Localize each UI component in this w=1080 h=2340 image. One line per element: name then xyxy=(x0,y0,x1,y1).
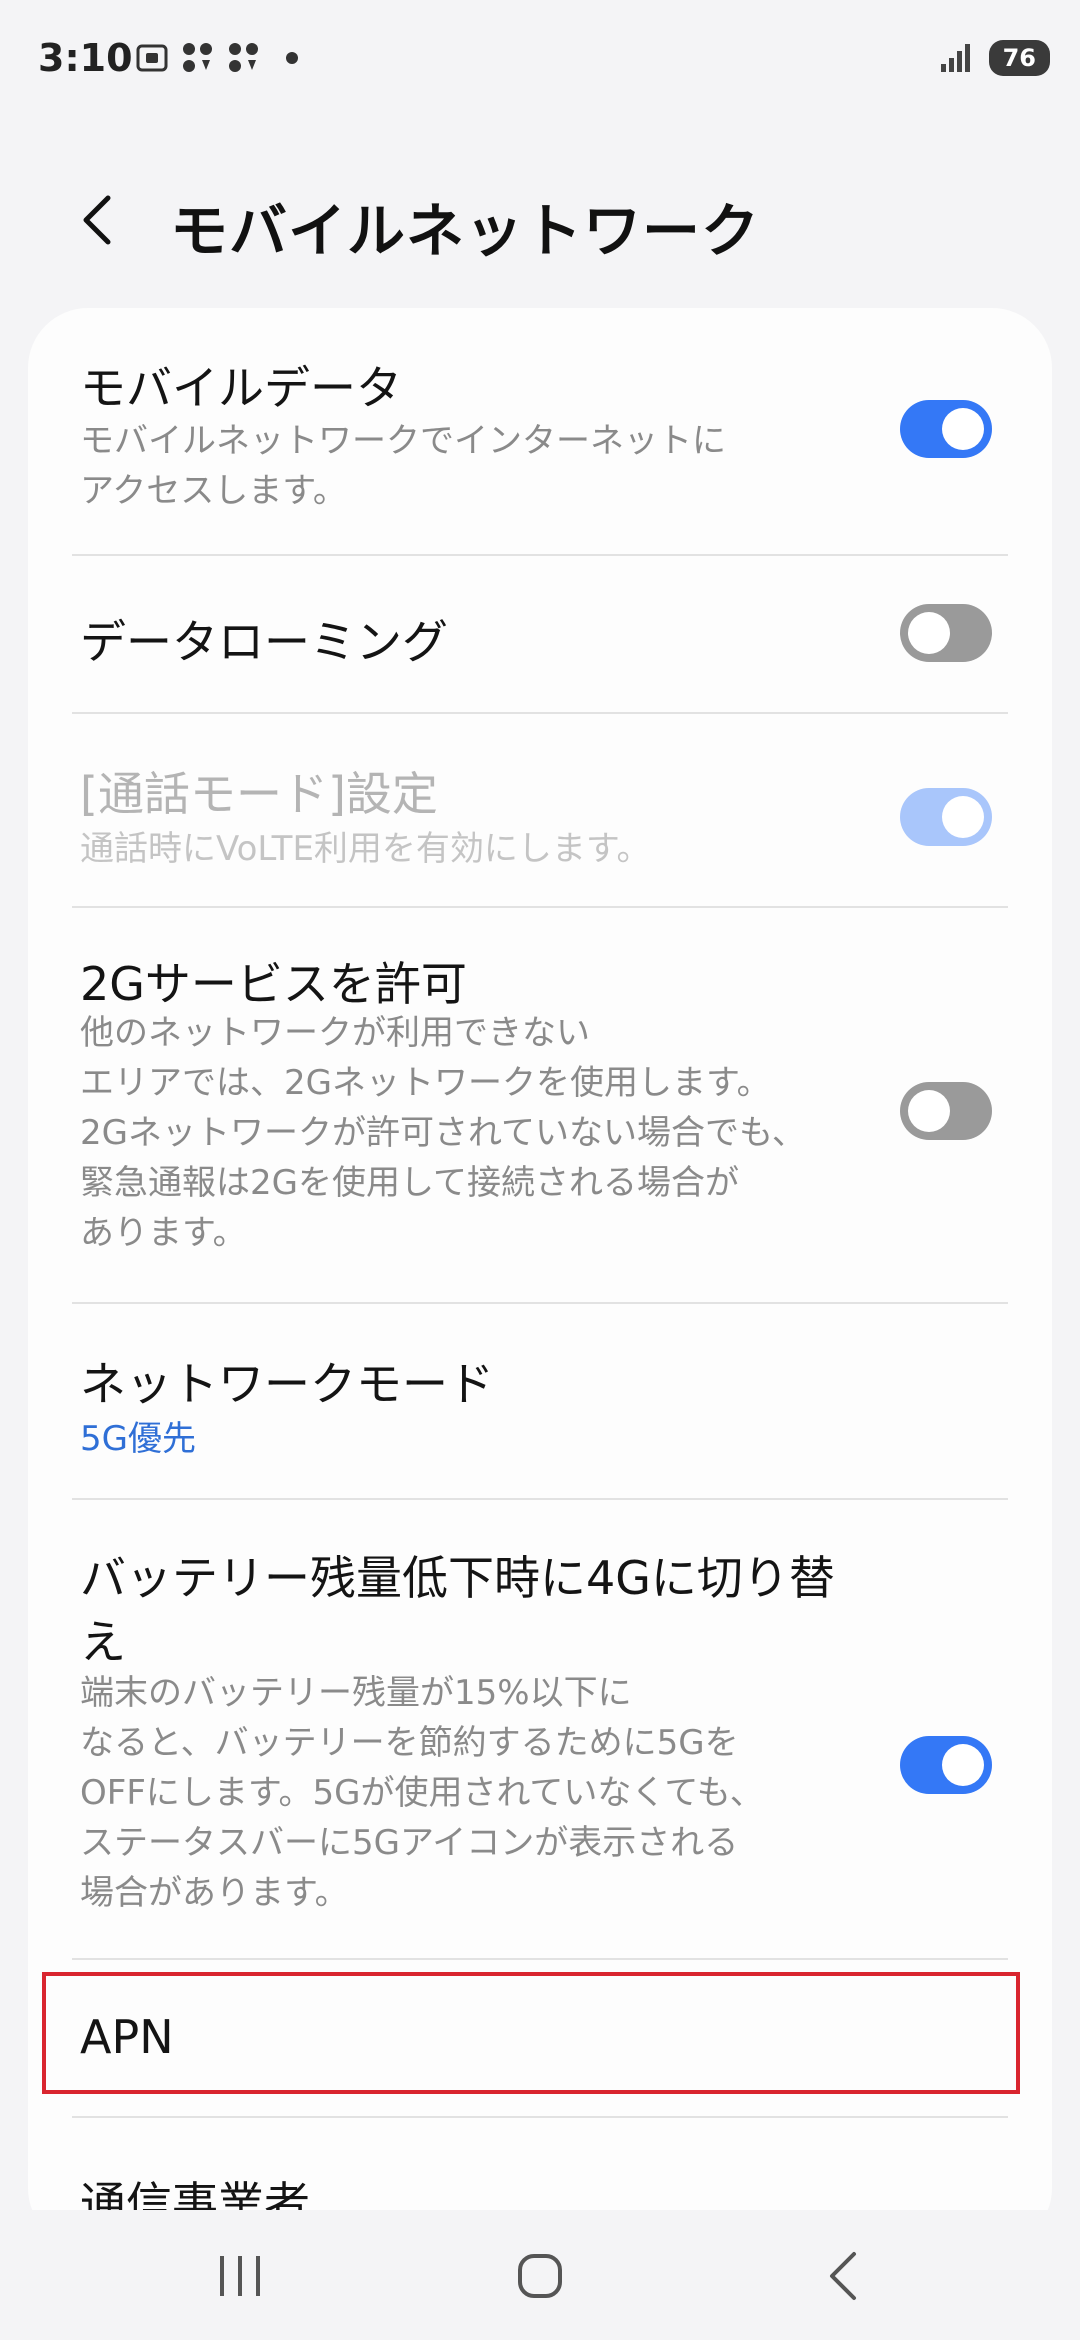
setting-mobile-data[interactable]: モバイルデータ モバイルネットワークでインターネットに アクセスします。 xyxy=(28,308,1052,554)
status-time: 3:10 xyxy=(38,36,133,80)
setting-subtitle: 場合があります。 xyxy=(80,1873,349,1913)
setting-subtitle: 通話時にVoLTE利用を有効にします。 xyxy=(80,829,651,869)
setting-data-roaming[interactable]: データローミング xyxy=(28,556,1052,712)
toggle-knob xyxy=(942,1744,984,1786)
home-icon xyxy=(518,2254,562,2298)
setting-subtitle: アクセスします。 xyxy=(80,471,347,511)
page-title: モバイルネットワーク xyxy=(170,197,761,265)
setting-subtitle: 緊急通報は2Gを使用して接続される場合が xyxy=(80,1163,739,1203)
setting-subtitle: 2Gネットワークが許可されていない場合でも、 xyxy=(80,1113,806,1153)
signal-icon xyxy=(939,40,975,76)
recent-apps-button[interactable] xyxy=(200,2236,280,2316)
setting-title: [通話モード]設定 xyxy=(80,767,438,821)
setting-title: APN xyxy=(80,2010,174,2064)
setting-subtitle: あります。 xyxy=(80,1213,247,1253)
battery-4g-toggle[interactable] xyxy=(900,1736,992,1794)
setting-battery-4g[interactable]: バッテリー残量低下時に4Gに切り替 え 端末のバッテリー残量が15%以下に なる… xyxy=(28,1500,1052,1958)
setting-title: モバイルデータ xyxy=(80,361,402,415)
data-roaming-toggle[interactable] xyxy=(900,604,992,662)
toggle-knob xyxy=(942,408,984,450)
setting-subtitle: エリアでは、2Gネットワークを使用します。 xyxy=(80,1063,771,1103)
setting-title: 2Gサービスを許可 xyxy=(80,957,467,1011)
setting-subtitle: OFFにします。5Gが使用されていなくても、 xyxy=(80,1773,764,1813)
status-notification-icons xyxy=(134,40,298,76)
toggle-knob xyxy=(942,796,984,838)
settings-card: モバイルデータ モバイルネットワークでインターネットに アクセスします。 データ… xyxy=(28,308,1052,2248)
network-mode-value: 5G優先 xyxy=(80,1419,196,1459)
dots-download-icon xyxy=(226,40,262,76)
setting-subtitle: なると、バッテリーを節約するために5Gを xyxy=(80,1723,739,1763)
setting-title: ネットワークモード xyxy=(80,1357,494,1411)
app-header: モバイルネットワーク xyxy=(0,170,1080,270)
battery-icon: 76 xyxy=(988,40,1050,76)
setting-title: え xyxy=(80,1615,126,1669)
back-button[interactable] xyxy=(70,188,130,252)
setting-title: バッテリー残量低下時に4Gに切り替 xyxy=(80,1551,835,1605)
setting-subtitle: 端末のバッテリー残量が15%以下に xyxy=(80,1673,632,1713)
status-bar: 3:10 76 xyxy=(0,0,1080,120)
dots-download-icon xyxy=(180,40,216,76)
status-system-icons: 76 xyxy=(939,40,1050,76)
setting-title: データローミング xyxy=(80,615,448,669)
setting-subtitle: ステータスバーに5Gアイコンが表示される xyxy=(80,1823,739,1863)
chevron-left-icon xyxy=(83,195,111,245)
setting-subtitle: 他のネットワークが利用できない xyxy=(80,1013,590,1053)
home-button[interactable] xyxy=(500,2236,580,2316)
mobile-data-toggle[interactable] xyxy=(900,400,992,458)
setting-apn[interactable]: APN xyxy=(28,1960,1052,2116)
setting-subtitle: モバイルネットワークでインターネットに xyxy=(80,421,726,461)
toggle-knob xyxy=(908,612,950,654)
setting-allow-2g[interactable]: 2Gサービスを許可 他のネットワークが利用できない エリアでは、2Gネットワーク… xyxy=(28,908,1052,1302)
system-nav-bar xyxy=(0,2210,1080,2340)
recent-apps-icon xyxy=(220,2256,260,2296)
back-icon xyxy=(830,2252,856,2300)
allow-2g-toggle[interactable] xyxy=(900,1082,992,1140)
volte-toggle xyxy=(900,788,992,846)
nav-back-button[interactable] xyxy=(806,2236,886,2316)
toggle-knob xyxy=(908,1090,950,1132)
notification-dot-icon xyxy=(286,52,298,64)
setting-network-mode[interactable]: ネットワークモード 5G優先 xyxy=(28,1304,1052,1498)
setting-call-mode: [通話モード]設定 通話時にVoLTE利用を有効にします。 xyxy=(28,714,1052,906)
screenshot-icon xyxy=(134,40,170,76)
